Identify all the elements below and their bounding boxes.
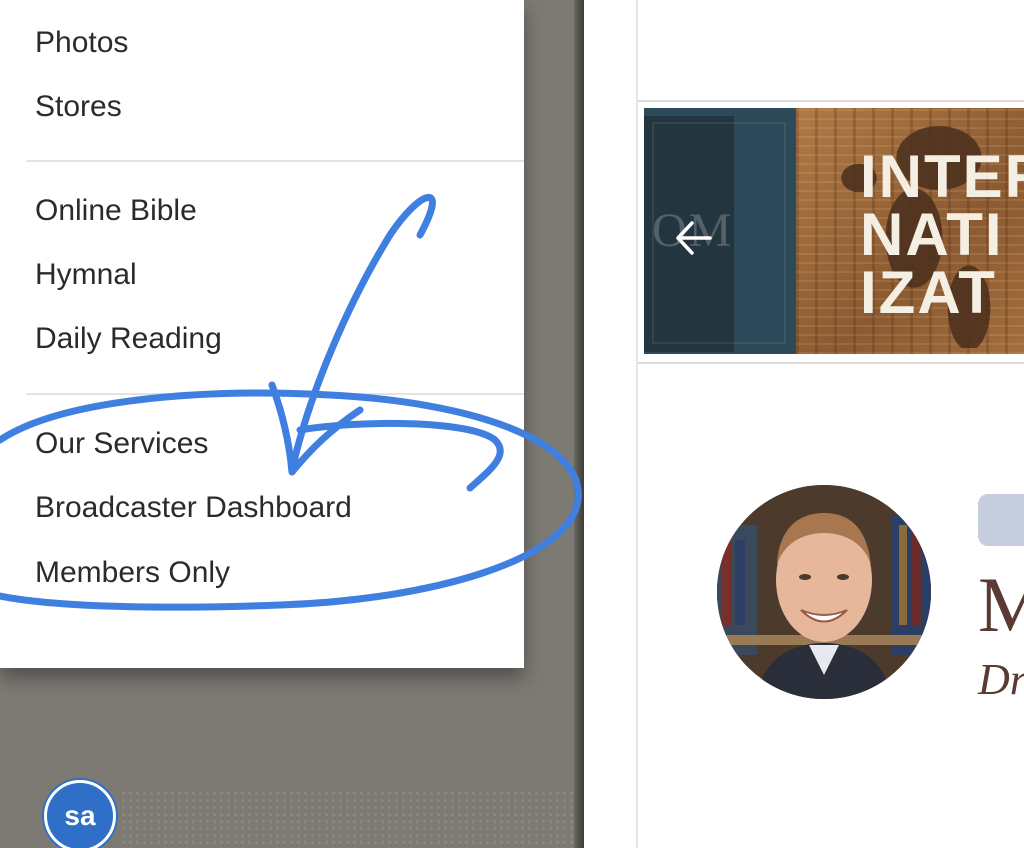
sa-logo[interactable]: sa <box>44 780 116 848</box>
menu-item-photos[interactable]: Photos <box>35 26 128 60</box>
status-badge <box>978 494 1024 546</box>
menu-item-online-bible[interactable]: Online Bible <box>35 194 197 228</box>
menu-item-members-only[interactable]: Members Only <box>35 556 230 590</box>
menu-item-stores[interactable]: Stores <box>35 90 122 124</box>
arrow-left-icon[interactable] <box>670 214 718 267</box>
menu-item-daily-reading[interactable]: Daily Reading <box>35 322 222 356</box>
menu-divider <box>26 160 524 162</box>
avatar[interactable] <box>717 485 931 699</box>
content-divider <box>638 362 1024 364</box>
profile-title: M <box>978 561 1024 648</box>
banner-carousel[interactable]: OM INTER NATI IZAT <box>644 108 1024 354</box>
menu-item-broadcaster-dashboard[interactable]: Broadcaster Dashboard <box>35 491 352 525</box>
profile-subtitle: Dr <box>978 655 1024 704</box>
menu-divider <box>26 393 524 395</box>
menu-item-hymnal[interactable]: Hymnal <box>35 258 137 292</box>
panel-divider <box>574 0 584 848</box>
world-map-dots <box>120 790 580 848</box>
dropdown-menu: Photos Stores Online Bible Hymnal Daily … <box>0 0 524 668</box>
content-divider <box>638 100 1024 102</box>
menu-item-our-services[interactable]: Our Services <box>35 427 208 461</box>
sa-logo-text: sa <box>64 800 96 831</box>
banner-headline: INTER NATI IZAT <box>860 143 1024 326</box>
content-border <box>636 0 638 848</box>
